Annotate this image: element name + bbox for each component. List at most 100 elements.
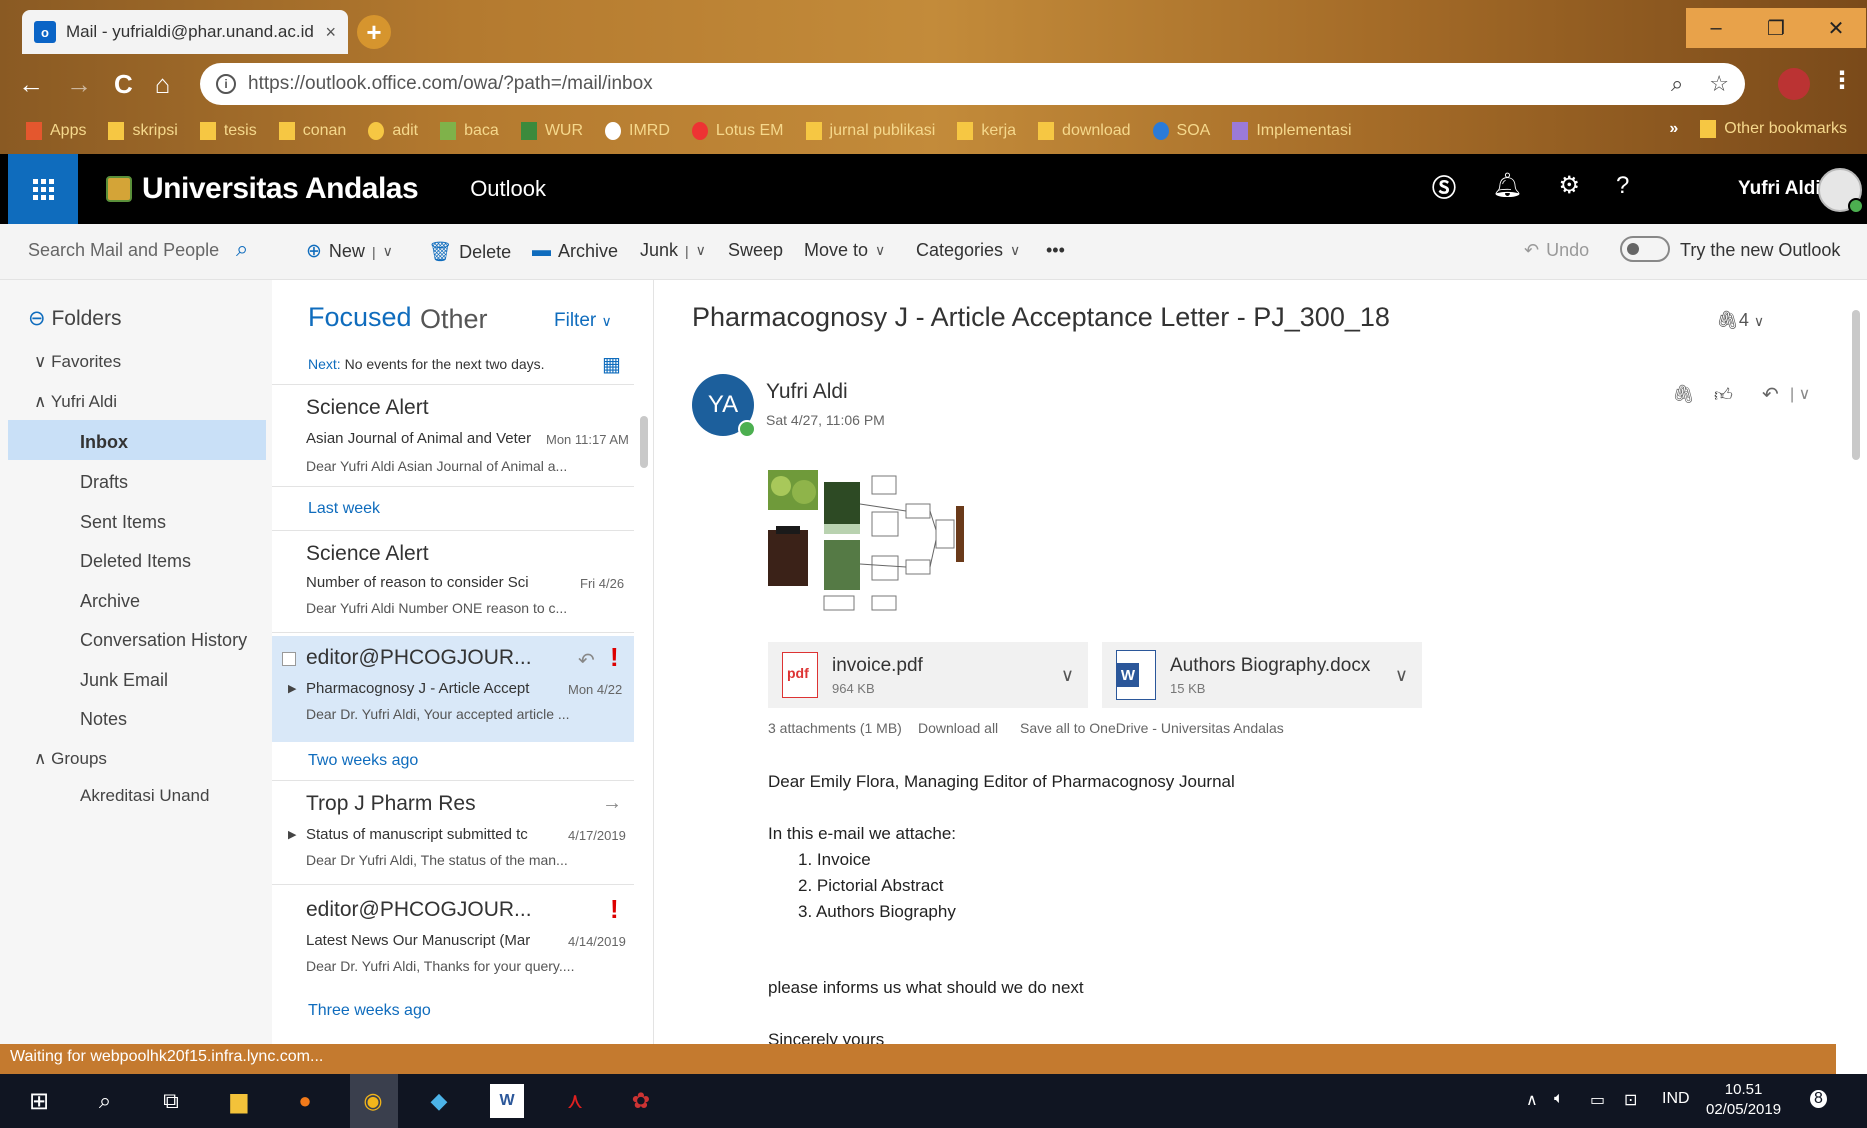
system-clock[interactable]: 10.51 02/05/2019 <box>1706 1080 1781 1120</box>
acrobat-icon[interactable]: ⋏ <box>558 1084 592 1118</box>
bookmark-item[interactable]: SOA <box>1152 122 1210 140</box>
favorites-header[interactable]: ∨ Favorites <box>34 352 121 372</box>
user-avatar[interactable] <box>1818 168 1864 214</box>
message-subject[interactable]: Status of manuscript submitted tc <box>306 826 528 843</box>
bookmark-item[interactable]: skripsi <box>108 122 178 140</box>
chrome-icon[interactable]: ◉ <box>356 1084 390 1118</box>
download-all-link[interactable]: Download all <box>918 720 998 736</box>
site-info-icon[interactable]: i <box>216 74 236 94</box>
volume-icon[interactable]: 🔈︎ <box>1554 1090 1564 1108</box>
message-from[interactable]: editor@PHCOGJOUR... <box>306 898 532 922</box>
save-to-onedrive-link[interactable]: Save all to OneDrive - Universitas Andal… <box>1020 720 1284 736</box>
message-checkbox[interactable] <box>282 652 296 666</box>
skype-icon[interactable]: Ⓢ <box>1432 168 1456 203</box>
folder-inbox[interactable]: Inbox <box>80 432 128 453</box>
back-icon[interactable]: ← <box>18 69 44 100</box>
attachment-authors-biography[interactable]: Authors Biography.docx 15 KB ∨ <box>1102 642 1422 708</box>
bookmark-item[interactable]: kerja <box>957 122 1016 140</box>
bookmark-item[interactable]: jurnal publikasi <box>805 122 935 140</box>
folder-drafts[interactable]: Drafts <box>80 472 128 493</box>
message-list-scrollbar[interactable] <box>640 416 648 468</box>
app-icon[interactable]: ✿ <box>624 1084 658 1118</box>
sweep-button[interactable]: Sweep <box>728 240 783 261</box>
search-icon[interactable]: ⌕ <box>236 236 248 262</box>
help-icon[interactable]: ? <box>1616 172 1629 200</box>
browser-menu-icon[interactable]: ⋮ <box>1830 66 1854 95</box>
zoom-icon[interactable]: ⌕ <box>1671 71 1683 97</box>
language-indicator[interactable]: IND <box>1662 1090 1690 1108</box>
address-bar[interactable]: i https://outlook.office.com/owa/?path=/… <box>200 63 1745 105</box>
search-icon[interactable]: ⌕ <box>88 1084 122 1118</box>
undo-button[interactable]: ↶ Undo <box>1524 240 1589 261</box>
notification-center-icon[interactable]: 8 <box>1810 1090 1827 1108</box>
folder-notes[interactable]: Notes <box>80 709 127 730</box>
pictorial-abstract-image[interactable] <box>766 468 966 624</box>
attachment-invoice[interactable]: invoice.pdf 964 KB ∨ <box>768 642 1088 708</box>
delete-button[interactable]: 🗑︎ Delete <box>428 240 511 264</box>
message-from[interactable]: Science Alert <box>306 542 429 566</box>
tab-focused[interactable]: Focused <box>308 302 412 333</box>
message-from[interactable]: Science Alert <box>306 396 429 420</box>
groups-header[interactable]: ∧ Groups <box>34 749 107 769</box>
word-icon[interactable]: W <box>490 1084 524 1118</box>
bookmark-item[interactable]: IMRD <box>605 122 670 140</box>
categories-button[interactable]: Categories ∨ <box>916 240 1020 261</box>
folder-sent-items[interactable]: Sent Items <box>80 512 166 533</box>
more-actions-button[interactable]: ••• <box>1046 240 1065 261</box>
bookmark-item[interactable]: tesis <box>199 122 257 140</box>
bookmark-item[interactable]: adit <box>368 122 418 140</box>
folders-header[interactable]: ⊖ Folders <box>28 306 121 331</box>
battery-icon[interactable]: ▭ <box>1590 1090 1605 1110</box>
group-akreditasi-unand[interactable]: Akreditasi Unand <box>80 786 209 806</box>
folder-junk-email[interactable]: Junk Email <box>80 670 168 691</box>
app-title[interactable]: Outlook <box>470 176 546 202</box>
folder-archive[interactable]: Archive <box>80 591 140 612</box>
bookmark-item[interactable]: baca <box>440 122 499 140</box>
tray-overflow-icon[interactable]: ∧ <box>1526 1090 1538 1110</box>
tab-close-icon[interactable]: × <box>325 22 336 43</box>
folder-deleted-items[interactable]: Deleted Items <box>80 551 191 572</box>
app-icon[interactable]: ◆ <box>422 1084 456 1118</box>
gear-icon[interactable]: ⚙ <box>1558 171 1580 200</box>
restore-button[interactable]: ❐ <box>1746 8 1806 48</box>
account-header[interactable]: ∧ Yufri Aldi <box>34 392 117 412</box>
search-input[interactable]: Search Mail and People <box>28 240 258 261</box>
bookmark-item[interactable]: conan <box>278 122 346 140</box>
calendar-icon[interactable]: ▦ <box>602 352 621 377</box>
reply-all-icon[interactable]: ↶ <box>1762 382 1779 407</box>
try-new-outlook-toggle[interactable] <box>1620 236 1670 262</box>
tab-other[interactable]: Other <box>420 304 488 335</box>
message-from[interactable]: Trop J Pharm Res <box>306 792 476 816</box>
bookmark-item[interactable]: WUR <box>520 122 583 140</box>
file-explorer-icon[interactable]: ▆ <box>222 1084 256 1118</box>
bookmark-item[interactable]: Lotus EM <box>691 122 784 140</box>
user-name[interactable]: Yufri Aldi <box>1738 178 1821 200</box>
message-subject[interactable]: Asian Journal of Animal and Veter <box>306 430 531 447</box>
attachment-count[interactable]: 🖇︎4 ∨ <box>1716 310 1764 331</box>
minimize-button[interactable]: – <box>1686 8 1746 48</box>
new-button[interactable]: ⊕ New | ∨ <box>306 240 393 263</box>
bookmark-item[interactable]: Implementasi <box>1232 122 1352 140</box>
expand-conversation-icon[interactable]: ▶ <box>288 682 296 695</box>
chevron-down-icon[interactable]: ∨ <box>1061 665 1074 686</box>
message-subject[interactable]: Pharmacognosy J - Article Accept <box>306 680 529 697</box>
new-tab-button[interactable]: + <box>357 15 391 49</box>
org-brand[interactable]: Universitas Andalas <box>106 172 419 206</box>
browser-tab[interactable]: o Mail - yufrialdi@phar.unand.ac.id × <box>22 10 348 54</box>
like-icon[interactable]: 👍︎ <box>1714 384 1733 406</box>
sender-name[interactable]: Yufri Aldi <box>766 380 848 404</box>
browser-profile-avatar[interactable] <box>1778 68 1810 100</box>
close-window-button[interactable]: ✕ <box>1806 8 1866 48</box>
app-launcher-button[interactable] <box>8 154 78 224</box>
chevron-down-icon[interactable]: ∨ <box>383 243 393 260</box>
network-icon[interactable]: ⊡ <box>1624 1090 1637 1110</box>
sender-avatar[interactable]: YA <box>692 374 756 438</box>
message-subject[interactable]: Number of reason to consider Sci <box>306 574 529 591</box>
reload-icon[interactable]: C <box>114 69 133 100</box>
reading-pane-scrollbar[interactable] <box>1852 310 1860 460</box>
message-from[interactable]: editor@PHCOGJOUR... <box>306 646 532 670</box>
move-to-button[interactable]: Move to ∨ <box>804 240 885 261</box>
bell-icon[interactable]: 🔔︎ <box>1492 171 1522 200</box>
filter-button[interactable]: Filter ∨ <box>554 310 612 332</box>
folder-conversation-history[interactable]: Conversation History <box>80 630 247 651</box>
